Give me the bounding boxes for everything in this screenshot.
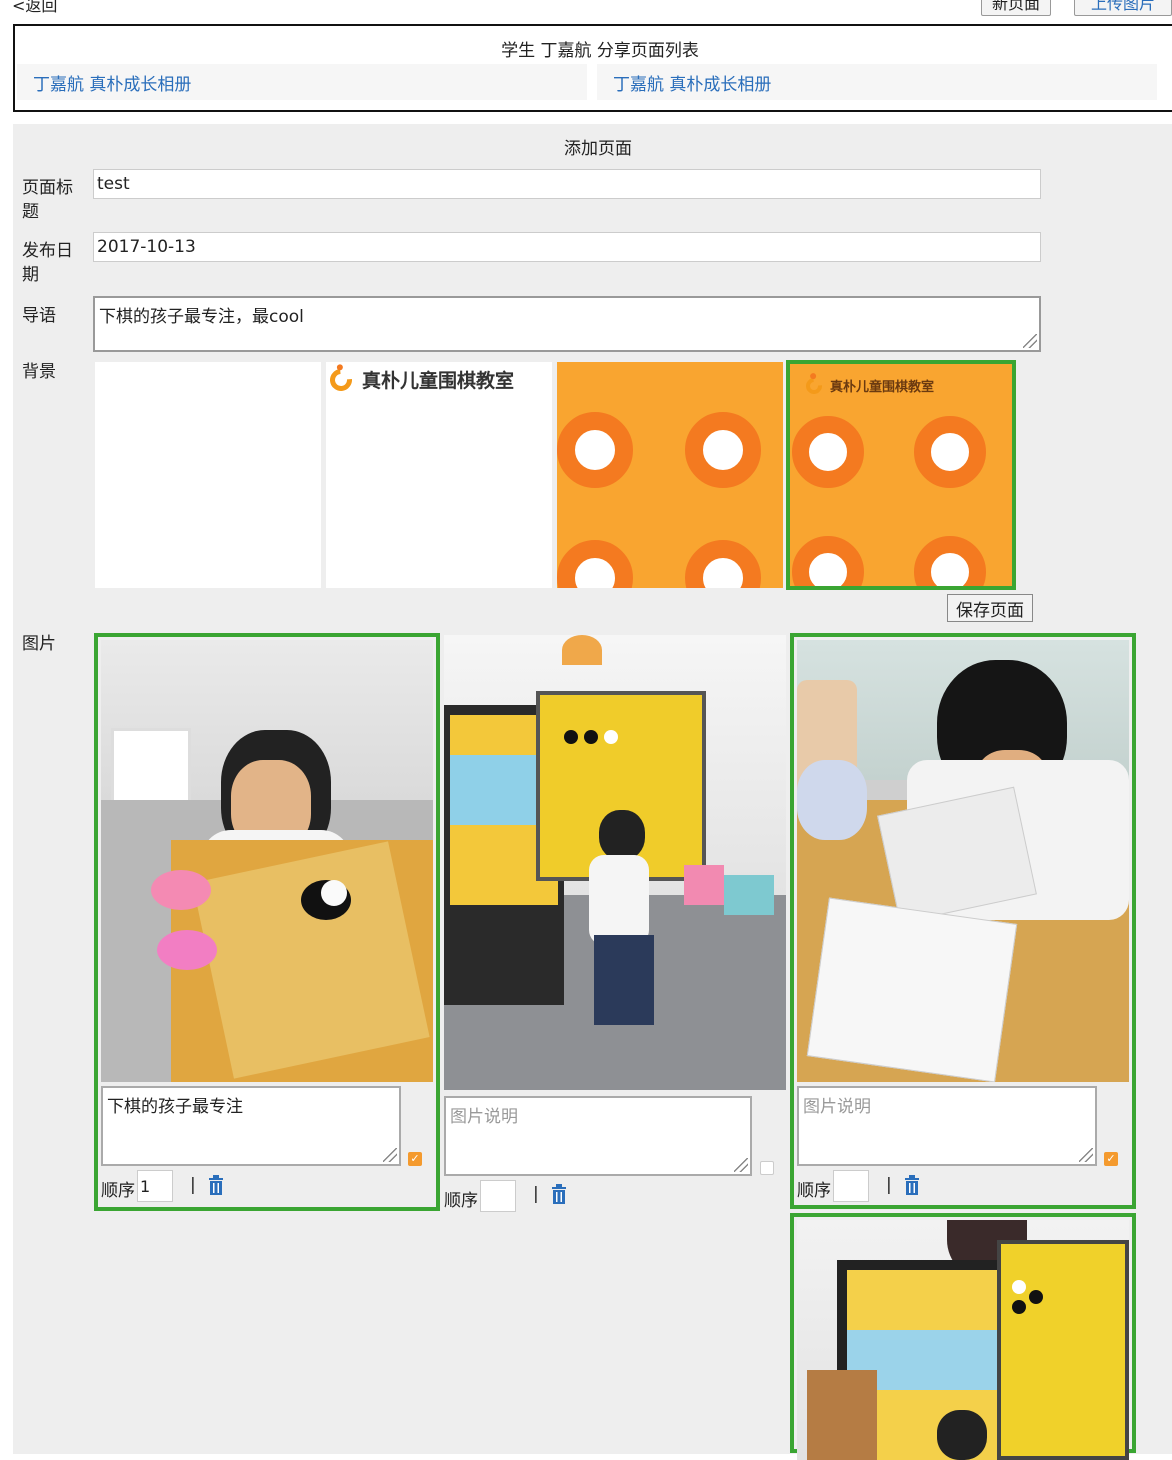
resize-grip-icon[interactable] (383, 1148, 397, 1162)
ring-shape (557, 540, 633, 588)
new-page-button[interactable]: 新页面 (981, 0, 1051, 16)
checkbox-icon[interactable]: ✓ (408, 1152, 422, 1166)
page-title-input[interactable]: test (93, 169, 1041, 199)
checkbox-icon[interactable]: ✓ (1104, 1152, 1118, 1166)
order-label: 顺序 (797, 1181, 831, 1201)
background-option-orange-logo[interactable]: 真朴儿童围棋教室 (786, 360, 1016, 590)
date-label: 发布日期 (22, 241, 73, 285)
photo-image (797, 1220, 1129, 1460)
background-option-blank[interactable] (95, 362, 321, 588)
resize-grip-icon[interactable] (1079, 1148, 1093, 1162)
photo-caption-input[interactable]: 下棋的孩子最专注 (101, 1086, 401, 1166)
order-label: 顺序 (444, 1191, 478, 1211)
share-list-title: 学生 丁嘉航 分享页面列表 (501, 41, 699, 61)
ring-shape (557, 412, 633, 488)
photo-image (444, 635, 786, 1090)
logo-text: 真朴儿童围棋教室 (830, 380, 935, 395)
publish-date-input[interactable]: 2017-10-13 (93, 232, 1041, 262)
logo-icon (326, 364, 357, 395)
ring-shape (792, 416, 864, 488)
share-item-link[interactable]: 丁嘉航 真朴成长相册 (33, 75, 191, 95)
ring-shape (685, 540, 761, 588)
photo-image (101, 640, 433, 1082)
separator: | (886, 1175, 892, 1195)
photo-card[interactable] (790, 1213, 1136, 1460)
caption-placeholder: 图片说明 (450, 1107, 518, 1127)
logo-icon (802, 374, 826, 397)
background-option-orange[interactable] (557, 362, 783, 588)
background-option-logo[interactable]: 真朴儿童围棋教室 (326, 362, 552, 588)
photo-caption-input[interactable]: 图片说明 (797, 1086, 1097, 1166)
photo-card[interactable]: 下棋的孩子最专注 ✓ 顺序 1 | (94, 633, 440, 1211)
intro-textarea[interactable]: 下棋的孩子最专注，最cool (93, 296, 1041, 352)
resize-grip-icon[interactable] (1023, 334, 1037, 348)
checkbox-icon[interactable] (760, 1161, 774, 1175)
add-page-panel: 添加页面 页面标题 test 发布日期 2017-10-13 导语 下棋的孩子最… (13, 124, 1172, 1460)
trash-icon[interactable] (208, 1175, 224, 1195)
order-input[interactable]: 1 (137, 1170, 173, 1202)
share-list-item: 丁嘉航 真朴成长相册 (17, 64, 587, 100)
share-page-list: 学生 丁嘉航 分享页面列表 丁嘉航 真朴成长相册 丁嘉航 真朴成长相册 (13, 24, 1172, 112)
ring-shape (792, 536, 864, 586)
photo-card[interactable]: 图片说明 顺序 | (444, 635, 790, 1215)
photo-card[interactable]: 图片说明 ✓ 顺序 | (790, 633, 1136, 1209)
panel-title: 添加页面 (564, 139, 632, 159)
trash-icon[interactable] (551, 1184, 567, 1204)
resize-grip-icon[interactable] (734, 1158, 748, 1172)
order-input[interactable] (833, 1170, 869, 1202)
share-list-item: 丁嘉航 真朴成长相册 (597, 64, 1157, 100)
photo-image (797, 640, 1129, 1082)
back-link[interactable]: <返回 (12, 0, 57, 16)
title-label: 页面标题 (22, 178, 73, 222)
order-input[interactable] (480, 1180, 516, 1212)
caption-placeholder: 图片说明 (803, 1097, 871, 1117)
background-label: 背景 (22, 362, 56, 382)
order-label: 顺序 (101, 1181, 135, 1201)
caption-text: 下棋的孩子最专注 (107, 1097, 243, 1117)
trash-icon[interactable] (904, 1175, 920, 1195)
photo-caption-input[interactable]: 图片说明 (444, 1096, 752, 1176)
share-item-link[interactable]: 丁嘉航 真朴成长相册 (613, 75, 771, 95)
ring-shape (685, 412, 761, 488)
upload-image-button[interactable]: 上传图片 (1074, 0, 1172, 16)
ring-shape (914, 416, 986, 488)
separator: | (533, 1184, 539, 1204)
ring-shape (914, 536, 986, 586)
logo-text: 真朴儿童围棋教室 (362, 370, 515, 392)
intro-text: 下棋的孩子最专注，最cool (99, 307, 304, 327)
save-page-button[interactable]: 保存页面 (947, 594, 1033, 622)
intro-label: 导语 (22, 306, 56, 326)
separator: | (190, 1175, 196, 1195)
images-label: 图片 (22, 634, 56, 654)
